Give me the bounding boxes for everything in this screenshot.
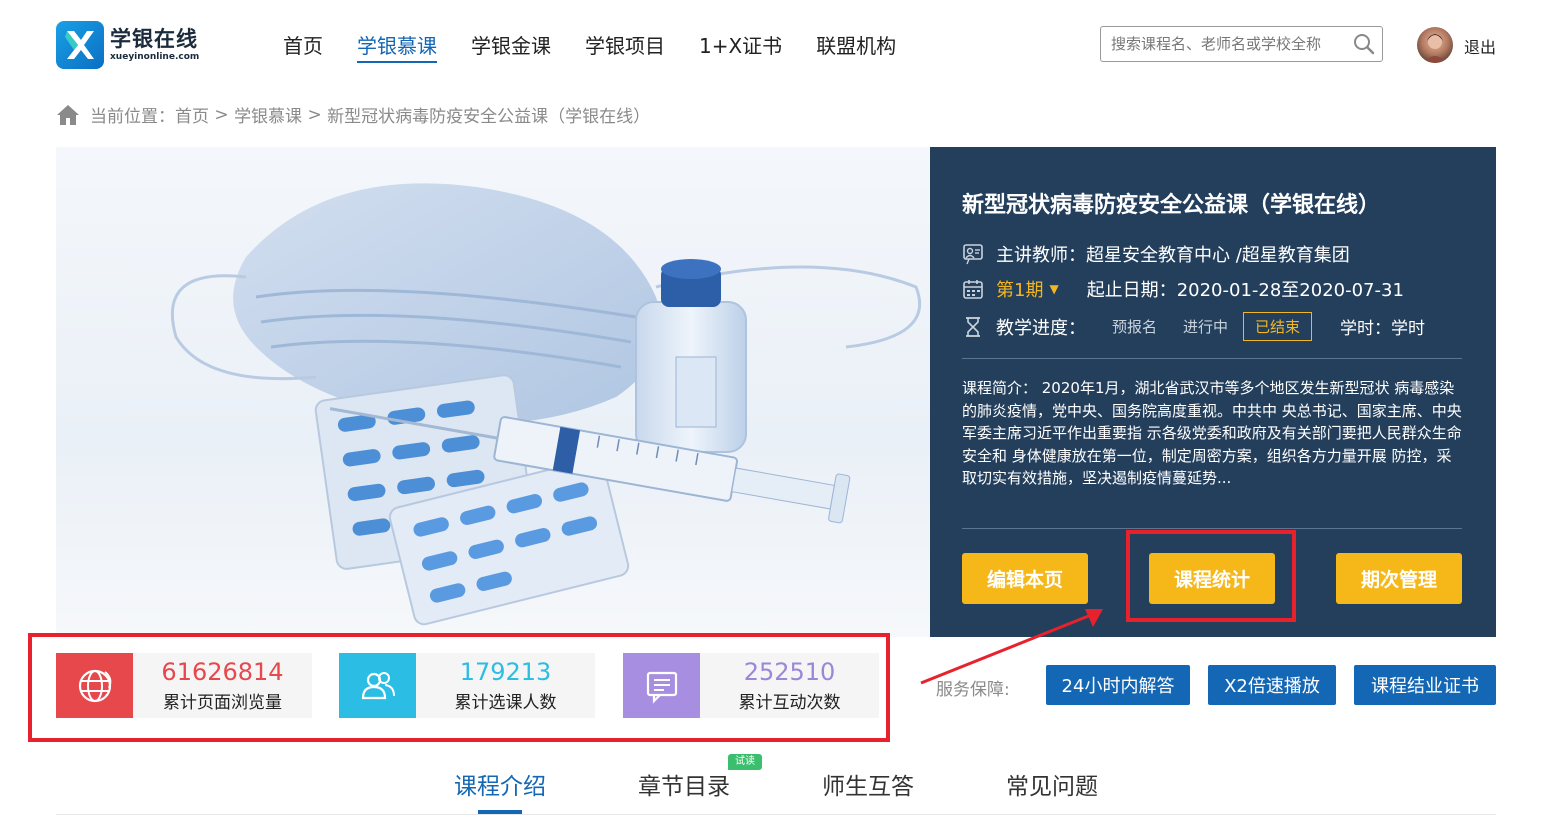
nav-item-1x-certificate[interactable]: 1+X证书 xyxy=(699,32,782,64)
period-management-button[interactable]: 期次管理 xyxy=(1336,553,1462,604)
service-24h-answer-button[interactable]: 24小时内解答 xyxy=(1046,665,1190,705)
teacher-label: 主讲教师： xyxy=(996,245,1086,266)
breadcrumb-xueyin-mooc[interactable]: 学银慕课 xyxy=(234,102,302,127)
logo-domain: xueyinonline.com xyxy=(110,52,200,62)
logo-mark-icon xyxy=(56,21,104,69)
progress-row: 教学进度： 预报名 进行中 已结束 学时：学时 xyxy=(962,312,1425,341)
teacher-name: 超星安全教育中心 /超星教育集团 xyxy=(1086,245,1350,266)
logo-text: 学银在线 xyxy=(110,27,198,51)
course-tabs: 课程介绍 章节目录 试读 师生互答 常见问题 xyxy=(0,740,1561,833)
teacher-icon xyxy=(962,243,984,265)
breadcrumb-separator: > xyxy=(209,104,235,125)
trial-badge: 试读 xyxy=(728,754,762,770)
nav-item-xueyin-projects[interactable]: 学银项目 xyxy=(585,32,665,64)
chevron-down-icon[interactable]: ▼ xyxy=(1049,282,1058,296)
stat-interactions-label: 累计互动次数 xyxy=(738,693,841,713)
breadcrumb-separator: > xyxy=(302,104,328,125)
top-header: 学银在线 xueyinonline.com 首页 学银慕课 学银金课 学银项目 … xyxy=(0,0,1561,92)
breadcrumb-prefix: 当前位置： xyxy=(90,107,175,127)
breadcrumb-current: 新型冠状病毒防疫安全公益课（学银在线） xyxy=(327,107,651,127)
stat-page-views: 61626814 累计页面浏览量 xyxy=(56,653,312,718)
home-icon xyxy=(56,104,80,126)
stat-page-views-value: 61626814 xyxy=(161,658,284,686)
stage-ended-badge: 已结束 xyxy=(1243,312,1313,341)
stat-enrolled-users-label: 累计选课人数 xyxy=(454,693,557,713)
nav-item-home[interactable]: 首页 xyxy=(283,32,323,64)
divider xyxy=(962,528,1462,529)
tab-chapter-catalog[interactable]: 章节目录 xyxy=(638,767,730,801)
globe-icon xyxy=(56,653,133,718)
nav-item-xueyin-golden-course[interactable]: 学银金课 xyxy=(471,32,551,64)
course-title: 新型冠状病毒防疫安全公益课（学银在线） xyxy=(962,193,1381,218)
stage-pre-registration: 预报名 xyxy=(1112,318,1158,336)
service-certificate-button[interactable]: 课程结业证书 xyxy=(1354,665,1496,705)
nav-item-alliance[interactable]: 联盟机构 xyxy=(816,32,896,64)
user-avatar[interactable] xyxy=(1417,27,1453,63)
main-nav: 首页 学银慕课 学银金课 学银项目 1+X证书 联盟机构 xyxy=(283,32,930,64)
period-row: 第1期 ▼ 起止日期： 2020-01-28至2020-07-31 xyxy=(962,276,1404,302)
course-hours: 学时：学时 xyxy=(1340,319,1426,339)
highlight-box-stats-button xyxy=(1126,530,1296,622)
divider xyxy=(962,358,1462,359)
breadcrumb: 当前位置： 首页 > 学银慕课 > 新型冠状病毒防疫安全公益课（学银在线） xyxy=(56,102,650,127)
teacher-row: 主讲教师： 超星安全教育中心 /超星教育集团 xyxy=(962,241,1350,267)
stage-in-progress: 进行中 xyxy=(1183,318,1229,336)
service-2x-speed-button[interactable]: X2倍速播放 xyxy=(1208,665,1336,705)
calendar-icon xyxy=(962,278,984,300)
course-cover-image xyxy=(56,147,930,637)
tab-course-intro[interactable]: 课程介绍 xyxy=(454,767,546,801)
chat-icon xyxy=(623,653,700,718)
tab-qa[interactable]: 师生互答 xyxy=(822,767,914,801)
progress-label: 教学进度： xyxy=(996,317,1086,339)
stat-interactions-value: 252510 xyxy=(743,658,836,686)
course-description: 课程简介： 2020年1月，湖北省武汉市等多个地区发生新型冠状 病毒感染的肺炎疫… xyxy=(962,379,1462,487)
service-guarantee-label: 服务保障: xyxy=(936,680,1010,700)
period-selector[interactable]: 第1期 xyxy=(996,276,1043,302)
date-range: 2020-01-28至2020-07-31 xyxy=(1176,280,1404,301)
breadcrumb-home[interactable]: 首页 xyxy=(175,102,209,127)
search-input[interactable] xyxy=(1111,35,1346,53)
tab-faq[interactable]: 常见问题 xyxy=(1006,767,1098,801)
stat-page-views-label: 累计页面浏览量 xyxy=(163,693,282,713)
active-tab-indicator xyxy=(478,810,522,814)
stat-enrolled-users: 179213 累计选课人数 xyxy=(339,653,595,718)
nav-item-xueyin-mooc[interactable]: 学银慕课 xyxy=(357,32,437,64)
users-icon xyxy=(339,653,416,718)
search-box xyxy=(1100,26,1383,62)
tabs-baseline xyxy=(56,814,1496,815)
logout-link[interactable]: 退出 xyxy=(1464,34,1496,58)
stat-enrolled-users-value: 179213 xyxy=(459,658,552,686)
search-icon[interactable] xyxy=(1346,27,1382,61)
date-label: 起止日期： xyxy=(1086,280,1177,301)
stat-interactions: 252510 累计互动次数 xyxy=(623,653,879,718)
site-logo[interactable]: 学银在线 xueyinonline.com xyxy=(56,21,199,69)
hourglass-icon xyxy=(962,316,984,338)
